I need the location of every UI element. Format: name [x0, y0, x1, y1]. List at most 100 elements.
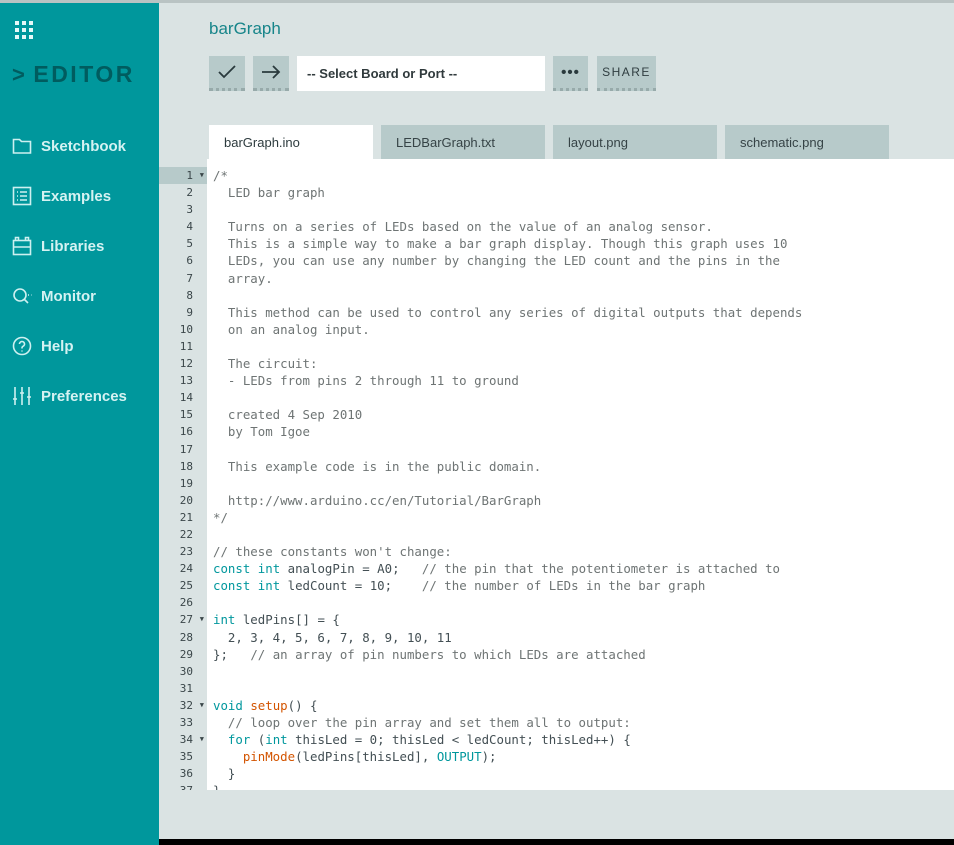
fold-toggle-icon[interactable]: ▼: [200, 167, 204, 184]
line-number: 2: [186, 186, 193, 200]
code-line[interactable]: 12 The circuit:: [159, 355, 954, 372]
sidebar-item-libraries[interactable]: Libraries: [0, 221, 159, 271]
verify-button[interactable]: [209, 56, 245, 91]
code-line[interactable]: 28 2, 3, 4, 5, 6, 7, 8, 9, 10, 11: [159, 629, 954, 646]
apps-grid-icon[interactable]: [15, 21, 33, 39]
code-line[interactable]: 36 }: [159, 765, 954, 782]
line-text: }: [207, 782, 220, 790]
line-text: This example code is in the public domai…: [213, 458, 542, 474]
tab-bargraph-ino[interactable]: barGraph.ino: [209, 125, 373, 159]
brand-label: EDITOR: [33, 61, 135, 87]
code-line[interactable]: 23 // these constants won't change:: [159, 543, 954, 560]
fold-toggle-icon[interactable]: ▼: [200, 731, 204, 748]
line-number: 31: [179, 681, 193, 695]
line-number: 20: [179, 493, 193, 507]
code-line[interactable]: 5 This is a simple way to make a bar gra…: [159, 235, 954, 252]
code-line[interactable]: 27 ▼ int ledPins[] = {: [159, 611, 954, 628]
share-button[interactable]: SHARE: [597, 56, 656, 91]
code-line[interactable]: 16 by Tom Igoe: [159, 423, 954, 440]
line-text: http://www.arduino.cc/en/Tutorial/BarGra…: [213, 492, 542, 508]
code-line[interactable]: 17: [159, 441, 954, 458]
line-text: }; // an array of pin numbers to which L…: [213, 646, 646, 662]
code-line[interactable]: 29 }; // an array of pin numbers to which…: [159, 646, 954, 663]
code-line[interactable]: 10 on an analog input.: [159, 321, 954, 338]
line-text: [207, 475, 213, 492]
file-tabs: barGraph.ino LEDBarGraph.txt layout.png …: [209, 125, 897, 159]
sidebar-item-sketchbook[interactable]: Sketchbook: [0, 121, 159, 171]
code-line[interactable]: 26: [159, 594, 954, 611]
line-number: 32 ▼: [159, 697, 207, 714]
sidebar-item-help[interactable]: Help: [0, 321, 159, 371]
line-text: void setup() {: [213, 697, 318, 713]
code-line[interactable]: 24 const int analogPin = A0; // the pin t…: [159, 560, 954, 577]
line-number: 13: [179, 374, 193, 388]
sidebar-item-preferences[interactable]: Preferences: [0, 371, 159, 421]
code-line[interactable]: 8: [159, 287, 954, 304]
line-number: 34 ▼: [159, 731, 207, 748]
code-line[interactable]: 25 const int ledCount = 10; // the number…: [159, 577, 954, 594]
code-line[interactable]: 15 created 4 Sep 2010: [159, 406, 954, 423]
line-number: 7: [186, 271, 193, 285]
code-line[interactable]: 13 - LEDs from pins 2 through 11 to grou…: [159, 372, 954, 389]
tab-layout-png[interactable]: layout.png: [553, 125, 717, 159]
line-text: [207, 680, 213, 697]
sliders-icon: [12, 386, 32, 406]
code-line[interactable]: 1 ▼ /*: [159, 167, 954, 185]
code-line[interactable]: 9 This method can be used to control any…: [159, 304, 954, 321]
code-line[interactable]: 14: [159, 389, 954, 406]
sidebar-nav: Sketchbook Examples Libraries Monitor He…: [0, 121, 159, 421]
code-line[interactable]: 31: [159, 680, 954, 697]
code-line[interactable]: 34 ▼ for (int thisLed = 0; thisLed < ledC…: [159, 731, 954, 748]
code-line[interactable]: 6 LEDs, you can use any number by changi…: [159, 252, 954, 269]
line-number: 30: [179, 664, 193, 678]
line-number: 33: [179, 716, 193, 729]
line-text: [207, 526, 213, 543]
upload-button[interactable]: [253, 56, 289, 91]
sidebar: > EDITOR Sketchbook Examples Libraries M…: [0, 3, 159, 845]
code-line[interactable]: 18 This example code is in the public do…: [159, 458, 954, 475]
code-line[interactable]: 20 http://www.arduino.cc/en/Tutorial/Bar…: [159, 492, 954, 509]
code-line[interactable]: 21 */: [159, 509, 954, 526]
more-options-button[interactable]: •••: [553, 56, 588, 91]
line-number: 5: [186, 237, 193, 251]
code-line[interactable]: 30: [159, 663, 954, 680]
code-line[interactable]: 22: [159, 526, 954, 543]
code-line[interactable]: 11: [159, 338, 954, 355]
line-text: This is a simple way to make a bar graph…: [213, 236, 788, 252]
code-line[interactable]: 7 array.: [159, 270, 954, 287]
help-icon: [12, 336, 32, 356]
sidebar-item-examples[interactable]: Examples: [0, 171, 159, 221]
code-line[interactable]: 37}: [159, 782, 954, 790]
fold-toggle-icon[interactable]: ▼: [200, 697, 204, 714]
tab-schematic-png[interactable]: schematic.png: [725, 125, 889, 159]
board-port-select[interactable]: -- Select Board or Port --: [297, 56, 545, 91]
code-line[interactable]: 33 // loop over the pin array and set th…: [159, 714, 954, 731]
line-number: 21: [179, 510, 193, 524]
code-editor[interactable]: 1 ▼/* 2 LED bar graph 3 4 Turns on a series …: [159, 159, 954, 790]
line-number: 29: [179, 647, 193, 661]
line-number: 1 ▼: [159, 167, 207, 185]
line-number: 18: [179, 459, 193, 473]
sketch-title[interactable]: barGraph: [209, 19, 281, 39]
line-number: 23: [179, 545, 193, 559]
code-line[interactable]: 3: [159, 201, 954, 218]
folder-icon: [12, 136, 32, 156]
code-line[interactable]: 35 pinMode(ledPins[thisLed], OUTPUT);: [159, 748, 954, 765]
line-text: [207, 201, 213, 218]
line-number: 26: [179, 596, 193, 610]
line-text: [207, 441, 213, 458]
line-text: The circuit:: [213, 356, 318, 372]
code-line[interactable]: 32 ▼ void setup() {: [159, 697, 954, 714]
line-number: 12: [179, 357, 193, 371]
chevron-right-icon: >: [12, 61, 28, 87]
tab-ledbargraph-txt[interactable]: LEDBarGraph.txt: [381, 125, 545, 159]
code-lines[interactable]: 1 ▼/* 2 LED bar graph 3 4 Turns on a series …: [159, 167, 954, 790]
sidebar-item-monitor[interactable]: Monitor: [0, 271, 159, 321]
line-text: const int ledCount = 10; // the number o…: [213, 578, 706, 594]
line-number: 27 ▼: [159, 611, 207, 628]
code-line[interactable]: 4 Turns on a series of LEDs based on the…: [159, 218, 954, 235]
code-line[interactable]: 2 LED bar graph: [159, 184, 954, 201]
code-line[interactable]: 19: [159, 475, 954, 492]
fold-toggle-icon[interactable]: ▼: [200, 611, 204, 628]
line-text: LED bar graph: [213, 185, 325, 201]
